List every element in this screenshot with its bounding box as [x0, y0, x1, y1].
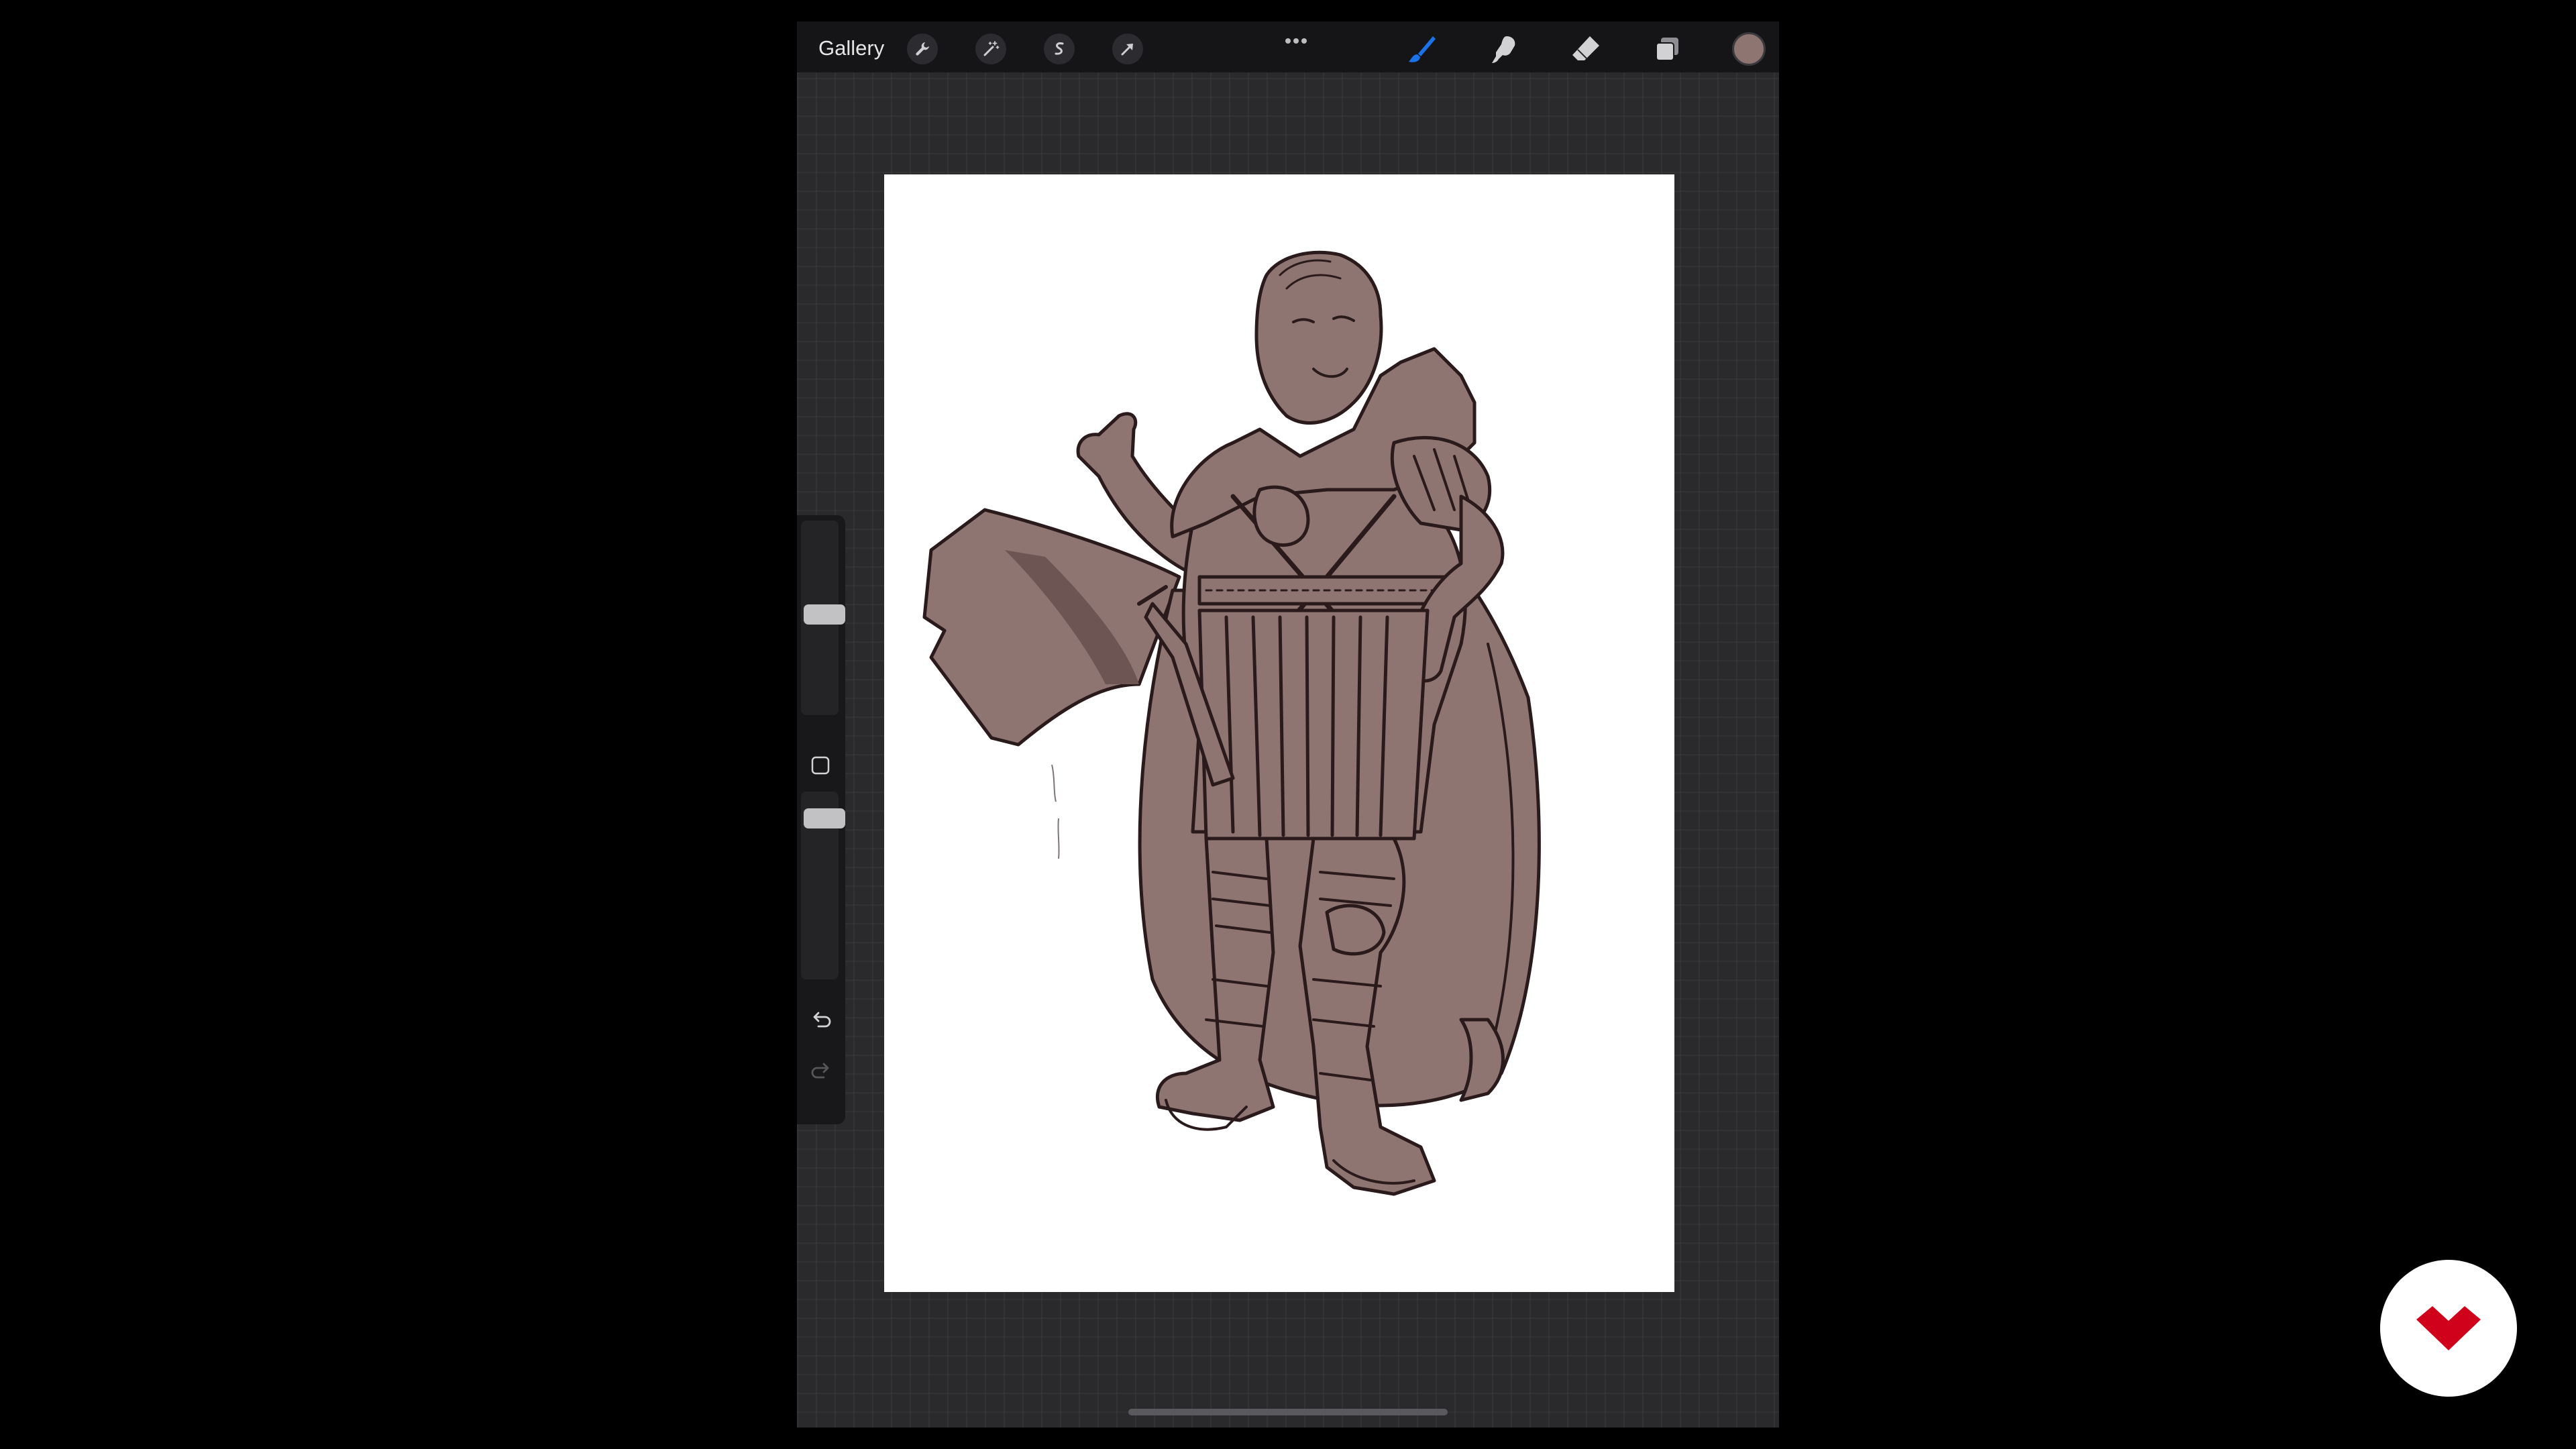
transform-button[interactable] — [1112, 34, 1143, 64]
square-modify-icon[interactable] — [810, 755, 830, 775]
brush-size-slider[interactable] — [801, 521, 845, 715]
drawing-canvas[interactable] — [884, 174, 1674, 1292]
smudge-tool-button[interactable] — [1485, 31, 1523, 68]
smudge-icon — [1492, 36, 1515, 63]
brush-icon — [1409, 36, 1436, 62]
opacity-slider[interactable] — [801, 792, 845, 979]
warrior-artwork — [922, 250, 1541, 1196]
layers-button[interactable] — [1649, 31, 1686, 68]
brush-tool-button[interactable] — [1403, 31, 1441, 68]
home-indicator[interactable] — [1128, 1409, 1448, 1415]
actions-button[interactable] — [907, 34, 938, 64]
gallery-button[interactable]: Gallery — [818, 36, 884, 60]
selection-icon — [1055, 42, 1064, 55]
layers-icon — [1656, 38, 1678, 61]
eraser-icon — [1572, 36, 1599, 60]
color-picker-button[interactable] — [1732, 32, 1766, 66]
brand-logo-icon — [2416, 1306, 2481, 1350]
magic-wand-icon — [983, 41, 1000, 56]
selection-button[interactable] — [1044, 34, 1075, 64]
transform-arrow-icon — [1121, 44, 1133, 56]
opacity-thumb[interactable] — [804, 808, 845, 828]
undo-icon[interactable] — [809, 1009, 833, 1033]
left-sidebar — [797, 515, 845, 1124]
wrench-icon — [916, 42, 929, 56]
redo-icon[interactable] — [809, 1060, 833, 1084]
head — [1254, 250, 1383, 425]
ellipsis-icon — [1285, 38, 1307, 44]
brush-size-thumb[interactable] — [804, 604, 845, 625]
top-toolbar: Gallery — [797, 21, 1779, 72]
cape-left — [922, 508, 1181, 747]
brand-logo-badge — [2380, 1260, 2517, 1397]
procreate-screen: Gallery — [797, 21, 1779, 1428]
eraser-tool-button[interactable] — [1567, 31, 1605, 68]
more-options-button[interactable] — [1275, 31, 1318, 51]
adjustments-button[interactable] — [975, 34, 1006, 64]
